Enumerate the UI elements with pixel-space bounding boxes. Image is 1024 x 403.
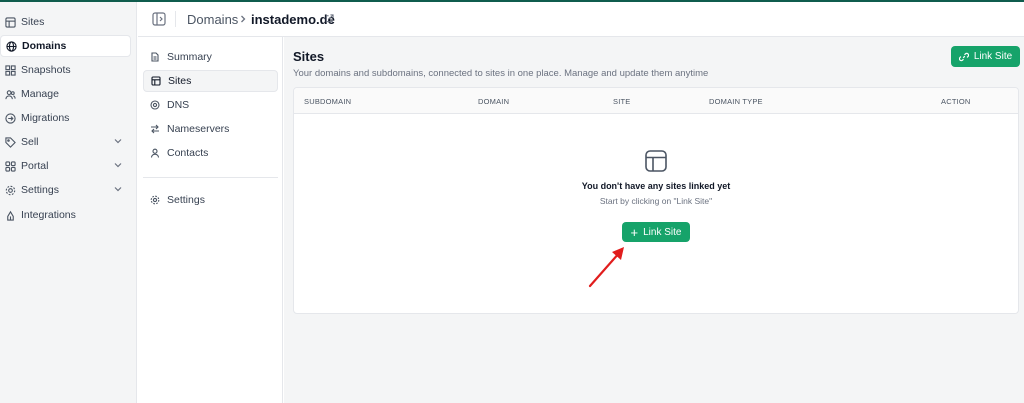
sidebar-item-label: Portal [21, 160, 49, 172]
column-header-site[interactable]: SITE [613, 97, 630, 106]
tag-icon [4, 136, 16, 148]
subnav-item-label: Summary [167, 51, 212, 63]
file-icon [149, 51, 161, 63]
chevron-down-icon[interactable] [113, 136, 123, 146]
page-title: Sites [293, 49, 325, 64]
plug-icon [4, 209, 16, 221]
column-header-domain-type[interactable]: DOMAIN TYPE [709, 97, 763, 106]
globe-icon [5, 40, 17, 52]
dns-icon [149, 99, 161, 111]
sidebar-item-sell[interactable]: Sell [0, 131, 131, 153]
chevron-right-icon [241, 15, 246, 23]
sidebar-item-snapshots[interactable]: Snapshots [0, 59, 131, 81]
layout-icon [645, 150, 667, 172]
subnav-item-dns[interactable]: DNS [143, 94, 278, 116]
domain-subnav: Summary Sites DNS Nameservers Contacts S… [138, 37, 283, 403]
sidebar-item-sites[interactable]: Sites [0, 11, 131, 33]
page-header: Domains instademo.de [138, 2, 1024, 37]
sidebar-item-label: Domains [22, 40, 67, 52]
chevron-down-icon[interactable] [113, 160, 123, 170]
subnav-item-summary[interactable]: Summary [143, 46, 278, 68]
swap-icon [149, 123, 161, 135]
portal-icon [4, 160, 16, 172]
subnav-item-label: Nameservers [167, 123, 230, 135]
user-icon [149, 147, 161, 159]
annotation-arrow-icon [588, 247, 624, 288]
main-content: Sites Your domains and subdomains, conne… [284, 37, 1024, 403]
chevron-down-icon[interactable] [113, 184, 123, 194]
layout-icon [4, 16, 16, 28]
sidebar-item-label: Settings [21, 184, 59, 196]
link-site-button-label: Link Site [973, 51, 1013, 62]
subnav-item-contacts[interactable]: Contacts [143, 142, 278, 164]
sidebar-item-manage[interactable]: Manage [0, 83, 131, 105]
breadcrumb-domains[interactable]: Domains [187, 12, 238, 27]
empty-state-subtitle: Start by clicking on "Link Site" [599, 196, 713, 206]
sidebar-item-domains[interactable]: Domains [0, 35, 131, 57]
main-sidebar: Sites Domains Snapshots Manage Migration… [0, 2, 137, 403]
layout-icon [150, 75, 162, 87]
sidebar-item-settings[interactable]: Settings [0, 179, 131, 201]
subnav-item-nameservers[interactable]: Nameservers [143, 118, 278, 140]
subnav-divider [143, 177, 278, 178]
page-subtitle: Your domains and subdomains, connected t… [293, 68, 709, 79]
users-icon [4, 88, 16, 100]
link-site-button[interactable]: Link Site [951, 46, 1020, 67]
column-header-subdomain[interactable]: SUBDOMAIN [304, 97, 351, 106]
table-header: SUBDOMAIN DOMAIN SITE DOMAIN TYPE ACTION [294, 88, 1018, 114]
gear-icon [4, 184, 16, 196]
sidebar-item-portal[interactable]: Portal [0, 155, 131, 177]
external-link-icon[interactable] [325, 14, 334, 23]
sidebar-item-label: Integrations [21, 209, 76, 221]
sidebar-item-integrations[interactable]: Integrations [0, 204, 131, 226]
column-header-action: ACTION [941, 97, 971, 106]
empty-link-site-button-label: Link Site [643, 226, 682, 238]
sites-table-card: SUBDOMAIN DOMAIN SITE DOMAIN TYPE ACTION… [293, 87, 1019, 314]
sidebar-item-label: Manage [21, 88, 59, 100]
sidebar-item-label: Sites [21, 16, 45, 28]
subnav-item-label: Sites [168, 75, 192, 87]
sidebar-toggle-icon[interactable] [152, 12, 166, 26]
subnav-item-label: Settings [167, 194, 205, 206]
plus-icon: + [630, 224, 639, 240]
subnav-item-label: DNS [167, 99, 190, 111]
arrow-circle-icon [4, 112, 16, 124]
subnav-item-label: Contacts [167, 147, 209, 159]
sidebar-item-migrations[interactable]: Migrations [0, 107, 131, 129]
empty-link-site-button[interactable]: + Link Site [622, 222, 690, 242]
sidebar-item-label: Snapshots [21, 64, 71, 76]
subnav-item-sites[interactable]: Sites [143, 70, 278, 92]
column-header-domain[interactable]: DOMAIN [478, 97, 509, 106]
breadcrumb-current: instademo.de [251, 12, 335, 27]
subnav-item-settings[interactable]: Settings [143, 189, 278, 211]
sidebar-item-label: Sell [21, 136, 39, 148]
link-icon [958, 52, 969, 61]
sidebar-item-label: Migrations [21, 112, 70, 124]
header-divider [175, 11, 176, 27]
grid-icon [4, 64, 16, 76]
empty-state-title: You don't have any sites linked yet [581, 181, 731, 191]
gear-icon [149, 194, 161, 206]
